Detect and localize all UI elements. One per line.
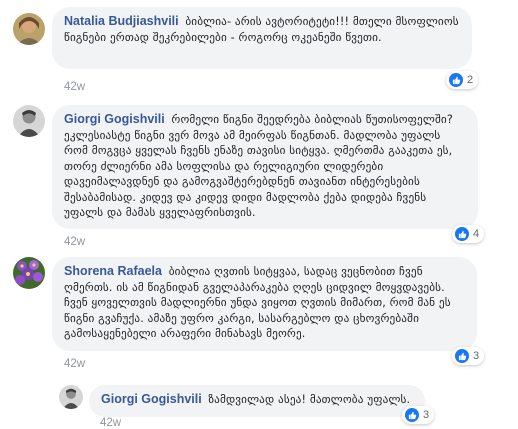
- like-icon: [449, 73, 463, 87]
- comment-bubble: Giorgi Gogishvili რომელი წიგნი შეედრება …: [52, 105, 478, 229]
- comment-3: Shorena Rafaela ბიბლია ღვთის სიტყვაა, სა…: [0, 248, 518, 372]
- like-icon: [455, 227, 469, 241]
- reaction-count: 2: [467, 74, 474, 86]
- comment-timestamp[interactable]: 42w: [64, 81, 85, 93]
- comment-author[interactable]: Natalia Budjiashvili: [64, 14, 179, 28]
- reaction-count-badge[interactable]: 3: [402, 406, 435, 424]
- reaction-count-badge[interactable]: 2: [446, 71, 479, 89]
- comment-timestamp[interactable]: 42w: [64, 236, 85, 248]
- comment-bubble: Natalia Budjiashvili ბიბლია- არის ავტორი…: [52, 7, 472, 69]
- reaction-count-badge[interactable]: 3: [452, 347, 485, 365]
- comment-text: რომელი წიგნი შეედრება ბიბლიას წუთისოფელშ…: [64, 113, 453, 219]
- like-icon: [455, 349, 469, 363]
- avatar-photo-icon: [13, 105, 45, 137]
- reaction-count-badge[interactable]: 4: [452, 225, 485, 243]
- avatar-photo-icon: [13, 13, 45, 45]
- reply-comment: Giorgi Gogishvili ზამდვილად ასეა! მათლობ…: [0, 372, 518, 429]
- avatar-flowers-icon: [13, 257, 45, 289]
- avatar[interactable]: [13, 257, 45, 289]
- reaction-count: 3: [423, 409, 430, 421]
- reply-timestamp[interactable]: 42w: [100, 417, 121, 429]
- avatar[interactable]: [59, 385, 83, 409]
- avatar[interactable]: [13, 105, 45, 137]
- reply-author[interactable]: Giorgi Gogishvili: [101, 392, 202, 406]
- reaction-count: 3: [473, 350, 480, 362]
- avatar[interactable]: [13, 13, 45, 45]
- like-icon: [405, 408, 419, 422]
- comment-2: Giorgi Gogishvili რომელი წიგნი შეედრება …: [0, 98, 518, 248]
- comment-bubble: Shorena Rafaela ბიბლია ღვთის სიტყვაა, სა…: [52, 257, 477, 351]
- reply-bubble: Giorgi Gogishvili ზამდვილად ასეა! მათლობ…: [89, 385, 425, 417]
- avatar-photo-icon: [59, 385, 83, 409]
- comment-timestamp[interactable]: 42w: [64, 358, 85, 370]
- reply-text: ზამდვილად ასეა! მათლობა უფალს.: [208, 393, 411, 406]
- comment-author[interactable]: Giorgi Gogishvili: [64, 112, 165, 126]
- comment-author[interactable]: Shorena Rafaela: [64, 264, 162, 278]
- reaction-count: 4: [473, 228, 480, 240]
- comment-1: Natalia Budjiashvili ბიბლია- არის ავტორი…: [0, 0, 518, 98]
